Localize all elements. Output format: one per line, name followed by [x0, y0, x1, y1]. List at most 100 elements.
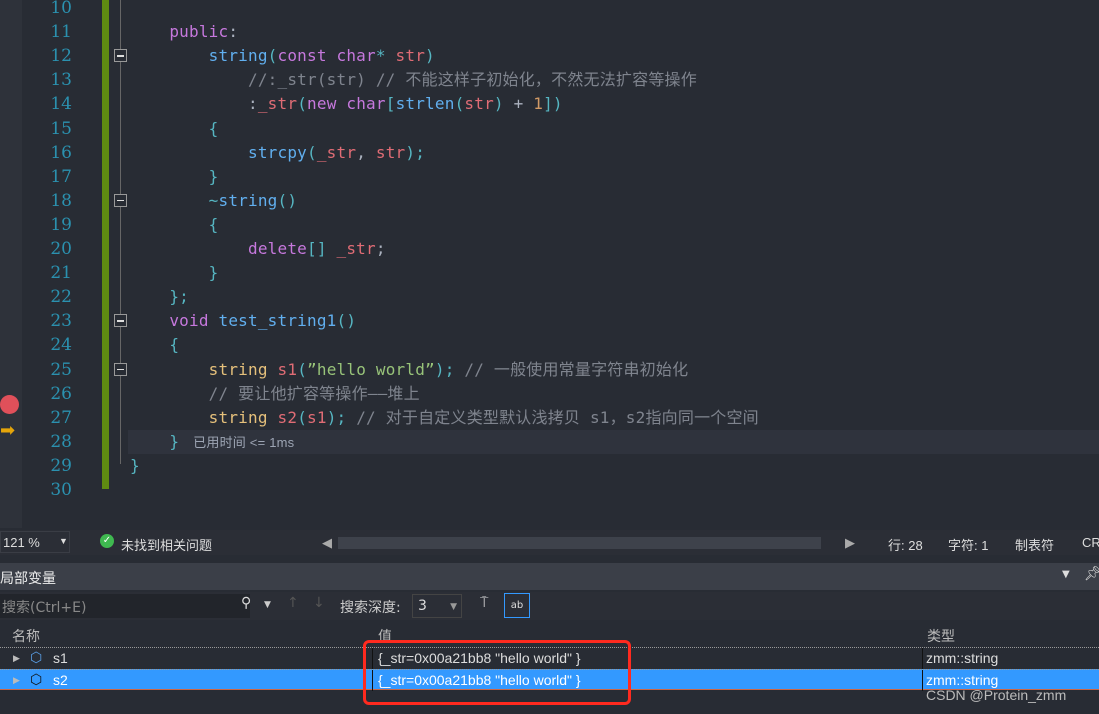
code-token: ]) — [543, 94, 563, 114]
line-number: 22 — [50, 287, 72, 308]
code-token: ) — [493, 94, 504, 114]
tabs-indicator[interactable]: 制表符 — [1015, 535, 1054, 554]
search-input[interactable]: 搜索(Ctrl+E) — [0, 594, 250, 618]
code-token: s2 — [277, 407, 298, 427]
column-type[interactable]: 类型 — [927, 626, 955, 646]
code-text: { — [130, 213, 219, 237]
code-text: // 要让他扩容等操作——堆上 — [130, 382, 420, 406]
code-line[interactable]: 29} — [0, 454, 1099, 478]
code-token: strlen — [395, 94, 455, 114]
code-line[interactable]: 11 public: — [0, 20, 1099, 44]
view-mode-icon[interactable]: ab — [504, 593, 530, 618]
column-name[interactable]: 名称 — [12, 626, 40, 646]
code-token: void — [169, 311, 219, 331]
code-token: const — [277, 46, 337, 66]
code-line[interactable]: 24 { — [0, 333, 1099, 357]
code-line[interactable]: 26 // 要让他扩容等操作——堆上 — [0, 382, 1099, 406]
code-token: s1 — [277, 359, 298, 379]
char-indicator[interactable]: 字符: 1 — [948, 535, 988, 554]
code-token: } — [130, 455, 140, 475]
code-token: () — [336, 311, 357, 331]
variable-icon: ⬡ — [30, 671, 43, 687]
code-editor[interactable]: ➡ 10 11 public: 12 string(const char* str)… — [0, 0, 1099, 528]
code-line[interactable]: 28 } 已用时间 <= 1ms — [50, 429, 1099, 454]
line-number: 24 — [50, 335, 72, 356]
variable-icon: ⬡ — [30, 649, 43, 665]
code-token: : — [248, 94, 258, 114]
search-options-icon[interactable]: ▼ — [264, 600, 271, 610]
code-text: string s1(”hello world”); // 一般使用常量字符串初始… — [130, 358, 688, 382]
scroll-right-icon[interactable]: ▶ — [845, 535, 855, 551]
line-number: 12 — [50, 46, 72, 67]
check-icon: ✓ — [100, 534, 114, 548]
line-number: 26 — [50, 383, 72, 404]
code-line[interactable]: 19 { — [0, 213, 1099, 237]
code-line[interactable]: 25 string s1(”hello world”); // 一般使用常量字符… — [0, 358, 1099, 382]
search-icon[interactable]: ⚲ — [241, 595, 251, 611]
code-token: string — [208, 46, 268, 66]
code-token: str — [395, 46, 426, 66]
code-line[interactable]: 16 strcpy(_str, str); — [0, 141, 1099, 165]
code-token: str — [375, 142, 406, 162]
issues-status[interactable]: 未找到相关问题 — [121, 535, 212, 554]
code-line[interactable]: 10 — [0, 0, 1099, 20]
search-depth-dropdown[interactable]: 3 ▼ — [412, 594, 462, 618]
code-text: strcpy(_str, str); — [130, 141, 425, 165]
line-number: 16 — [50, 142, 72, 163]
code-line[interactable]: 18 ~string() — [0, 189, 1099, 213]
code-token: delete — [248, 239, 307, 258]
search-up-icon[interactable]: ↑ — [287, 595, 299, 611]
locals-panel-header: 局部变量 ▼ 📌︎ — [0, 563, 1099, 590]
code-line[interactable]: 13 //:_str(str) // 不能这样子初始化，不然无法扩容等操作 — [0, 68, 1099, 92]
horizontal-scrollbar[interactable] — [338, 537, 821, 549]
code-line[interactable]: 12 string(const char* str) — [0, 44, 1099, 68]
fold-toggle-icon[interactable] — [114, 49, 127, 63]
dropdown-icon[interactable]: ▼ — [1062, 569, 1070, 580]
panel-title: 局部变量 — [0, 571, 56, 587]
highlight-box — [363, 640, 631, 705]
search-down-icon[interactable]: ↓ — [313, 595, 325, 611]
code-token: ~ — [208, 190, 219, 210]
line-indicator[interactable]: 行: 28 — [888, 535, 923, 554]
scroll-left-icon[interactable]: ◀ — [322, 535, 332, 551]
code-line[interactable]: 23 void test_string1() — [0, 309, 1099, 333]
code-token: ); — [434, 359, 455, 379]
eol-indicator[interactable]: CR — [1082, 535, 1099, 550]
code-line[interactable]: 21 } — [0, 261, 1099, 285]
code-token: ; — [375, 239, 386, 258]
line-number: 13 — [50, 70, 72, 91]
code-line[interactable]: 17 } — [0, 165, 1099, 189]
pin-filter-icon[interactable]: ⍑ — [480, 595, 488, 611]
code-line[interactable]: 27 string s2(s1); // 对于自定义类型默认浅拷贝 s1，s2指… — [0, 406, 1099, 430]
pin-icon[interactable]: 📌︎ — [1084, 566, 1099, 582]
line-number: 15 — [50, 118, 72, 139]
code-token: strcpy — [248, 142, 307, 162]
variable-name: s1 — [53, 650, 68, 666]
code-line[interactable]: 22 }; — [0, 285, 1099, 309]
code-line[interactable]: 14 :_str(new char[strlen(str) + 1]) — [0, 92, 1099, 116]
fold-toggle-icon[interactable] — [114, 314, 127, 328]
expand-icon[interactable]: ▶ — [13, 653, 20, 664]
variable-type: zmm::string — [926, 650, 999, 666]
fold-toggle-icon[interactable] — [114, 193, 127, 207]
expand-icon[interactable]: ▶ — [13, 675, 20, 686]
zoom-dropdown[interactable]: 121 % ▼ — [0, 531, 70, 553]
fold-toggle-icon[interactable] — [114, 362, 127, 376]
code-token: ) — [425, 46, 435, 66]
code-line[interactable]: 15 { — [0, 117, 1099, 141]
code-line[interactable]: 20 delete[] _str; — [0, 237, 1099, 261]
code-token: { — [208, 118, 219, 138]
line-number: 28 — [50, 431, 72, 452]
code-token: string — [208, 407, 278, 427]
code-line[interactable]: 30 — [0, 478, 1099, 502]
